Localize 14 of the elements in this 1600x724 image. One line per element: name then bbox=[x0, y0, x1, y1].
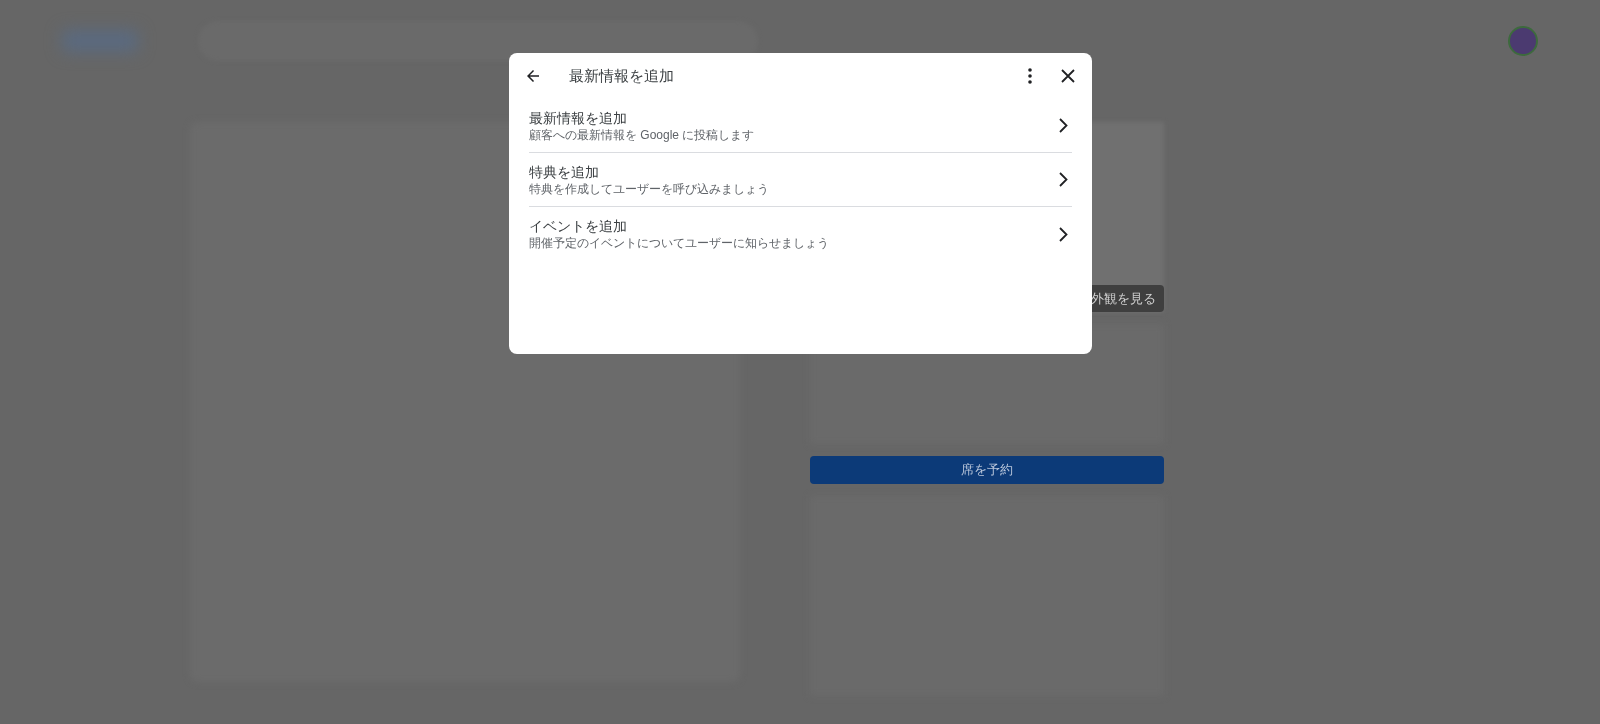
option-item[interactable]: イベントを追加 開催予定のイベントについてユーザーに知らせましょう bbox=[529, 207, 1072, 261]
chevron-right-icon bbox=[1059, 172, 1068, 187]
option-description: 特典を作成してユーザーを呼び込みましょう bbox=[529, 180, 770, 197]
option-item[interactable]: 特典を追加 特典を作成してユーザーを呼び込みましょう bbox=[529, 153, 1072, 207]
option-description: 顧客への最新情報を Google に投稿します bbox=[529, 126, 756, 143]
reserve-button[interactable]: 席を予約 bbox=[810, 456, 1164, 484]
dialog-title: 最新情報を追加 bbox=[569, 65, 674, 86]
option-item[interactable]: 最新情報を追加 顧客への最新情報を Google に投稿します bbox=[529, 99, 1072, 153]
option-title: イベントを追加 bbox=[529, 217, 628, 235]
option-title: 最新情報を追加 bbox=[529, 108, 628, 127]
option-title: 特典を追加 bbox=[529, 162, 600, 181]
chevron-right-icon bbox=[1059, 226, 1068, 242]
chevron-right-icon bbox=[1059, 118, 1068, 133]
option-description: 開催予定のイベントについてユーザーに知らせましょう bbox=[529, 235, 830, 251]
